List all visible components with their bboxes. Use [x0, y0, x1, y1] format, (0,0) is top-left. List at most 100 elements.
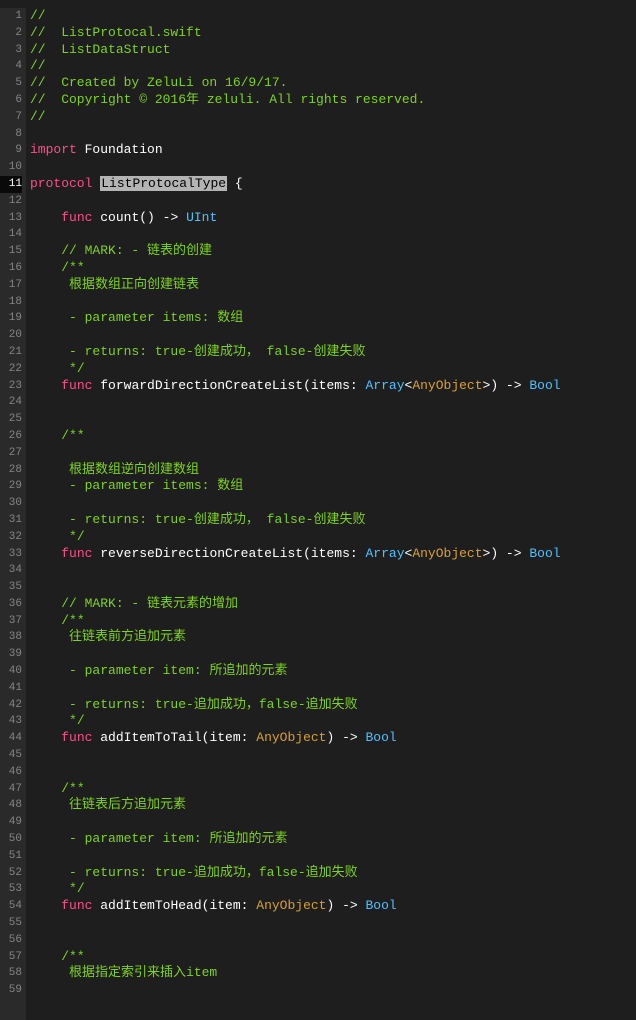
code-editor[interactable]: 1234567891011121314151617181920212223242…: [0, 0, 636, 1020]
line-number: 14: [0, 226, 22, 243]
code-line: func addItemToTail(item: AnyObject) -> B…: [30, 730, 636, 747]
token-plain: [30, 529, 69, 544]
line-number: 33: [0, 546, 22, 563]
code-line: */: [30, 529, 636, 546]
token-plain: [30, 478, 69, 493]
token-type: Bool: [366, 898, 397, 913]
token-comment: //: [30, 8, 46, 23]
line-number: 42: [0, 697, 22, 714]
code-line: [30, 394, 636, 411]
code-line: /**: [30, 613, 636, 630]
code-line: //: [30, 109, 636, 126]
token-comment: 往链表前方追加元素: [69, 629, 186, 644]
code-line: 根据数组正向创建链表: [30, 277, 636, 294]
code-line: [30, 579, 636, 596]
token-plain: [30, 663, 69, 678]
token-keyword: func: [61, 210, 92, 225]
token-plain: [30, 613, 61, 628]
line-number: 41: [0, 680, 22, 697]
line-number: 57: [0, 949, 22, 966]
line-number: 19: [0, 310, 22, 327]
token-comment: - returns: true-追加成功，false-追加失败: [69, 865, 358, 880]
code-line: // Created by ZeluLi on 16/9/17.: [30, 75, 636, 92]
code-line: /**: [30, 781, 636, 798]
token-plain: >) ->: [483, 546, 530, 561]
code-line: [30, 226, 636, 243]
token-comment: // ListProtocal.swift: [30, 25, 202, 40]
code-line: func addItemToHead(item: AnyObject) -> B…: [30, 898, 636, 915]
line-number: 30: [0, 495, 22, 512]
code-line: [30, 327, 636, 344]
token-type: Bool: [366, 730, 397, 745]
code-line: //: [30, 58, 636, 75]
line-number: 45: [0, 747, 22, 764]
token-plain: Foundation: [77, 142, 163, 157]
token-type: Bool: [529, 546, 560, 561]
code-line: func forwardDirectionCreateList(items: A…: [30, 378, 636, 395]
token-type: Array: [365, 546, 404, 561]
token-plain: [30, 428, 61, 443]
token-comment: 往链表后方追加元素: [69, 797, 186, 812]
line-number: 46: [0, 764, 22, 781]
token-comment: - parameter item: 所追加的元素: [69, 831, 287, 846]
code-line: [30, 764, 636, 781]
token-plain: [30, 881, 69, 896]
code-line: func reverseDirectionCreateList(items: A…: [30, 546, 636, 563]
code-line: 根据指定索引来插入item: [30, 965, 636, 982]
token-plain: [30, 898, 61, 913]
code-line: [30, 159, 636, 176]
code-line: /**: [30, 428, 636, 445]
token-plain: [30, 680, 69, 695]
line-number: 38: [0, 629, 22, 646]
code-line: */: [30, 713, 636, 730]
line-number: 21: [0, 344, 22, 361]
code-line: - parameter item: 所追加的元素: [30, 831, 636, 848]
line-number: 6: [0, 92, 22, 109]
line-number: 20: [0, 327, 22, 344]
token-plain: reverseDirectionCreateList(items:: [92, 546, 365, 561]
token-plain: [30, 814, 69, 829]
code-line: /**: [30, 260, 636, 277]
token-plain: [30, 243, 61, 258]
line-number: 56: [0, 932, 22, 949]
line-number: 54: [0, 898, 22, 915]
token-plain: [30, 848, 69, 863]
token-comment: /**: [61, 428, 84, 443]
token-plain: [30, 797, 69, 812]
line-number: 31: [0, 512, 22, 529]
line-number: 36: [0, 596, 22, 613]
line-number: 17: [0, 277, 22, 294]
code-line: func count() -> UInt: [30, 210, 636, 227]
line-number: 44: [0, 730, 22, 747]
token-plain: [30, 260, 61, 275]
line-number: 16: [0, 260, 22, 277]
token-type2: AnyObject: [412, 378, 482, 393]
code-line: [30, 646, 636, 663]
line-number: 27: [0, 445, 22, 462]
line-number: 5: [0, 75, 22, 92]
line-number: 12: [0, 193, 22, 210]
token-comment: 根据数组正向创建链表: [69, 277, 199, 292]
token-comment: */: [69, 361, 85, 376]
line-number: 58: [0, 965, 22, 982]
code-line: 往链表前方追加元素: [30, 629, 636, 646]
token-plain: [30, 361, 69, 376]
code-line: 根据数组逆向创建数组: [30, 462, 636, 479]
token-plain: [30, 831, 69, 846]
code-area[interactable]: //// ListProtocal.swift// ListDataStruct…: [26, 8, 636, 1020]
token-plain: [30, 697, 69, 712]
line-number: 43: [0, 713, 22, 730]
code-line: [30, 932, 636, 949]
token-plain: count() ->: [92, 210, 186, 225]
code-line: - returns: true-创建成功， false-创建失败: [30, 512, 636, 529]
line-number: 47: [0, 781, 22, 798]
token-type2: AnyObject: [256, 730, 326, 745]
token-plain: [30, 210, 61, 225]
code-line: [30, 445, 636, 462]
code-line: // ListProtocal.swift: [30, 25, 636, 42]
line-number: 1: [0, 8, 22, 25]
token-comment: /**: [61, 613, 84, 628]
line-number: 13: [0, 210, 22, 227]
token-comment: /**: [61, 781, 84, 796]
token-type2: AnyObject: [256, 898, 326, 913]
